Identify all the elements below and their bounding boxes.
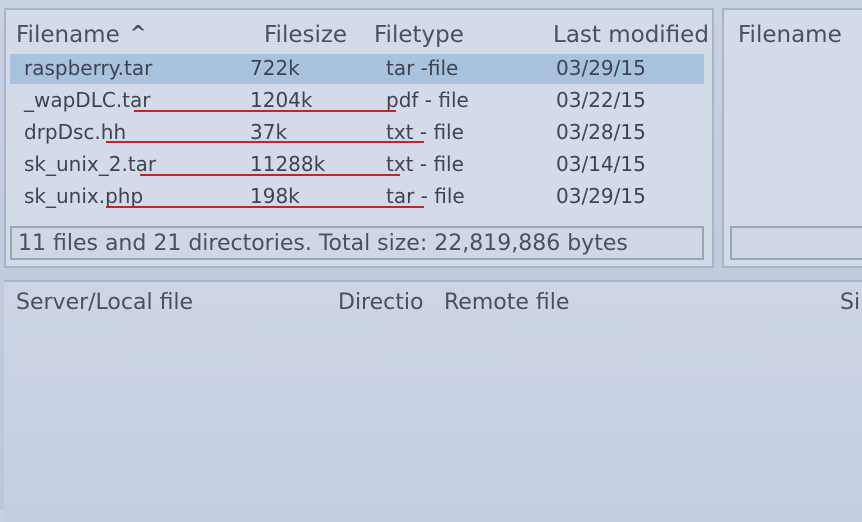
- column-header-size[interactable]: Si: [840, 290, 860, 315]
- red-underline-annotation: [106, 141, 424, 143]
- file-date: 03/29/15: [556, 184, 646, 208]
- red-underline-annotation: [106, 206, 424, 208]
- file-date: 03/29/15: [556, 56, 646, 80]
- local-status-bar: 11 files and 21 directories. Total size:…: [10, 226, 704, 260]
- file-name: raspberry.tar: [24, 56, 153, 80]
- column-header-server-local-file[interactable]: Server/Local file: [16, 290, 193, 315]
- column-header-direction[interactable]: Directio: [338, 290, 423, 315]
- local-file-list[interactable]: Filename ^ Filesize Filetype Last modifie…: [4, 8, 714, 268]
- column-header-remote-filename[interactable]: Filename: [738, 22, 842, 48]
- file-date: 03/14/15: [556, 152, 646, 176]
- remote-file-list[interactable]: Filename: [722, 8, 862, 268]
- column-header-filename-label: Filename: [16, 22, 120, 48]
- file-type: txt - file: [386, 152, 464, 176]
- file-type: pdf - file: [386, 88, 469, 112]
- red-underline-annotation: [140, 174, 400, 176]
- file-size: 198k: [250, 184, 300, 208]
- red-underline-annotation: [134, 110, 396, 112]
- file-type: tar -file: [386, 56, 459, 80]
- file-size: 722k: [250, 56, 300, 80]
- transfer-queue[interactable]: Server/Local file Directio Remote file S…: [4, 280, 862, 522]
- file-type: tar - file: [386, 184, 465, 208]
- file-name: _wapDLC.tar: [24, 88, 151, 112]
- column-header-last-modified[interactable]: Last modified: [553, 22, 713, 48]
- remote-status-bar: [730, 226, 862, 260]
- file-date: 03/28/15: [556, 120, 646, 144]
- file-name: sk_unix.php: [24, 184, 144, 208]
- column-header-remote-file[interactable]: Remote file: [444, 290, 569, 315]
- column-header-filetype[interactable]: Filetype: [374, 22, 464, 48]
- file-row[interactable]: drpDsc.hh 37k txt - file 03/28/15: [10, 118, 704, 148]
- file-date: 03/22/15: [556, 88, 646, 112]
- column-header-filename[interactable]: Filename ^: [16, 21, 147, 48]
- sort-ascending-icon: ^: [129, 21, 147, 45]
- file-row[interactable]: raspberry.tar 722k tar -file 03/29/15: [10, 54, 704, 84]
- file-size: 1204k: [250, 88, 313, 112]
- file-name: sk_unix_2.tar: [24, 152, 157, 176]
- column-header-filesize[interactable]: Filesize: [264, 22, 347, 48]
- file-size: 11288k: [250, 152, 326, 176]
- status-text: 11 files and 21 directories. Total size:…: [18, 231, 628, 256]
